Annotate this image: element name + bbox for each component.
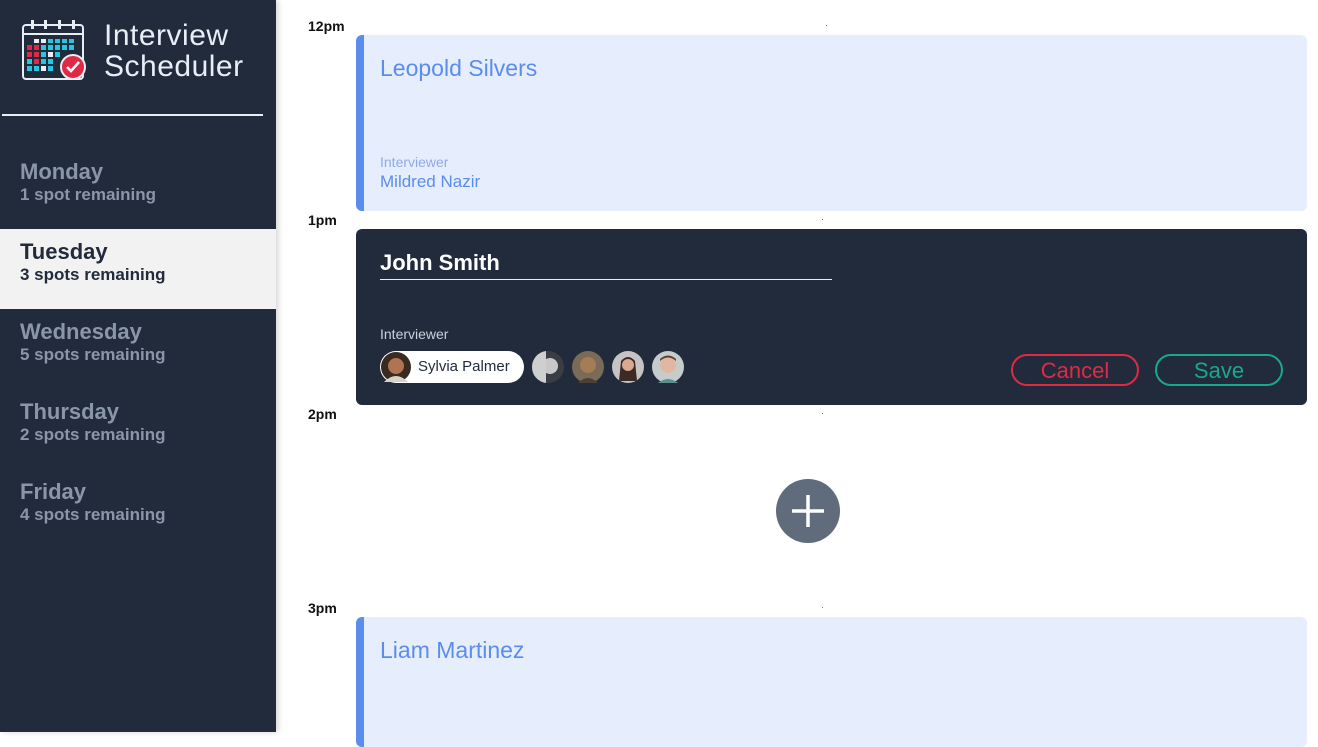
time-label-12pm: 12pm (308, 18, 345, 34)
day-spots: 5 spots remaining (20, 345, 166, 364)
add-appointment-button[interactable] (776, 479, 840, 543)
day-spots: 4 spots remaining (20, 505, 166, 524)
appointment-form: Interviewer Sylvia Palmer Cancel Save (356, 229, 1307, 405)
time-label-3pm: 3pm (308, 600, 337, 616)
interviewer-name: Mildred Nazir (380, 172, 481, 191)
day-spots: 1 spot remaining (20, 185, 157, 204)
day-name: Thursday (20, 399, 120, 424)
day-item-tuesday[interactable]: Tuesday 3 spots remaining (0, 229, 276, 309)
day-spots: 2 spots remaining (20, 425, 166, 444)
app-title: Interview Scheduler (104, 20, 244, 82)
cancel-button[interactable]: Cancel (1011, 354, 1139, 386)
avatar (381, 352, 411, 382)
day-spots: 3 spots remaining (20, 265, 166, 284)
sidebar-divider (2, 114, 263, 116)
app-title-line-1: Interview (104, 19, 229, 52)
appointment-card[interactable]: Leopold Silvers Interviewer Mildred Nazi… (356, 35, 1307, 211)
day-item-friday[interactable]: Friday 4 spots remaining (0, 469, 276, 549)
day-name: Friday (20, 479, 87, 504)
app-brand: Interview Scheduler (22, 20, 262, 90)
appointment-card[interactable]: Liam Martinez (356, 617, 1307, 747)
calendar-check-icon (22, 20, 86, 80)
separator-dot (826, 25, 827, 26)
day-item-thursday[interactable]: Thursday 2 spots remaining (0, 389, 276, 469)
time-label-2pm: 2pm (308, 406, 337, 422)
day-name: Wednesday (20, 319, 142, 344)
interviewer-selected[interactable]: Sylvia Palmer (380, 351, 524, 383)
separator-dot (822, 607, 823, 608)
interviewer-avatar[interactable] (532, 351, 564, 383)
day-name: Monday (20, 159, 104, 184)
day-item-monday[interactable]: Monday 1 spot remaining (0, 149, 276, 229)
interviewer-avatar[interactable] (612, 351, 644, 383)
app-title-line-2: Scheduler (104, 50, 244, 83)
plus-icon (792, 495, 824, 527)
student-name-input[interactable] (380, 247, 832, 280)
interviewer-avatar[interactable] (572, 351, 604, 383)
appointment-student: Liam Martinez (380, 637, 525, 663)
day-name: Tuesday (20, 239, 108, 264)
save-button[interactable]: Save (1155, 354, 1283, 386)
interviewer-label: Interviewer (380, 154, 449, 170)
interviewer-name: Sylvia Palmer (418, 358, 510, 375)
interviewer-label: Interviewer (380, 326, 449, 342)
day-item-wednesday[interactable]: Wednesday 5 spots remaining (0, 309, 276, 389)
appointment-student: Leopold Silvers (380, 55, 538, 81)
interviewer-avatar[interactable] (652, 351, 684, 383)
separator-dot (822, 219, 823, 220)
time-label-1pm: 1pm (308, 212, 337, 228)
separator-dot (822, 413, 823, 414)
sidebar: Interview Scheduler Monday 1 spot remain… (0, 0, 276, 732)
